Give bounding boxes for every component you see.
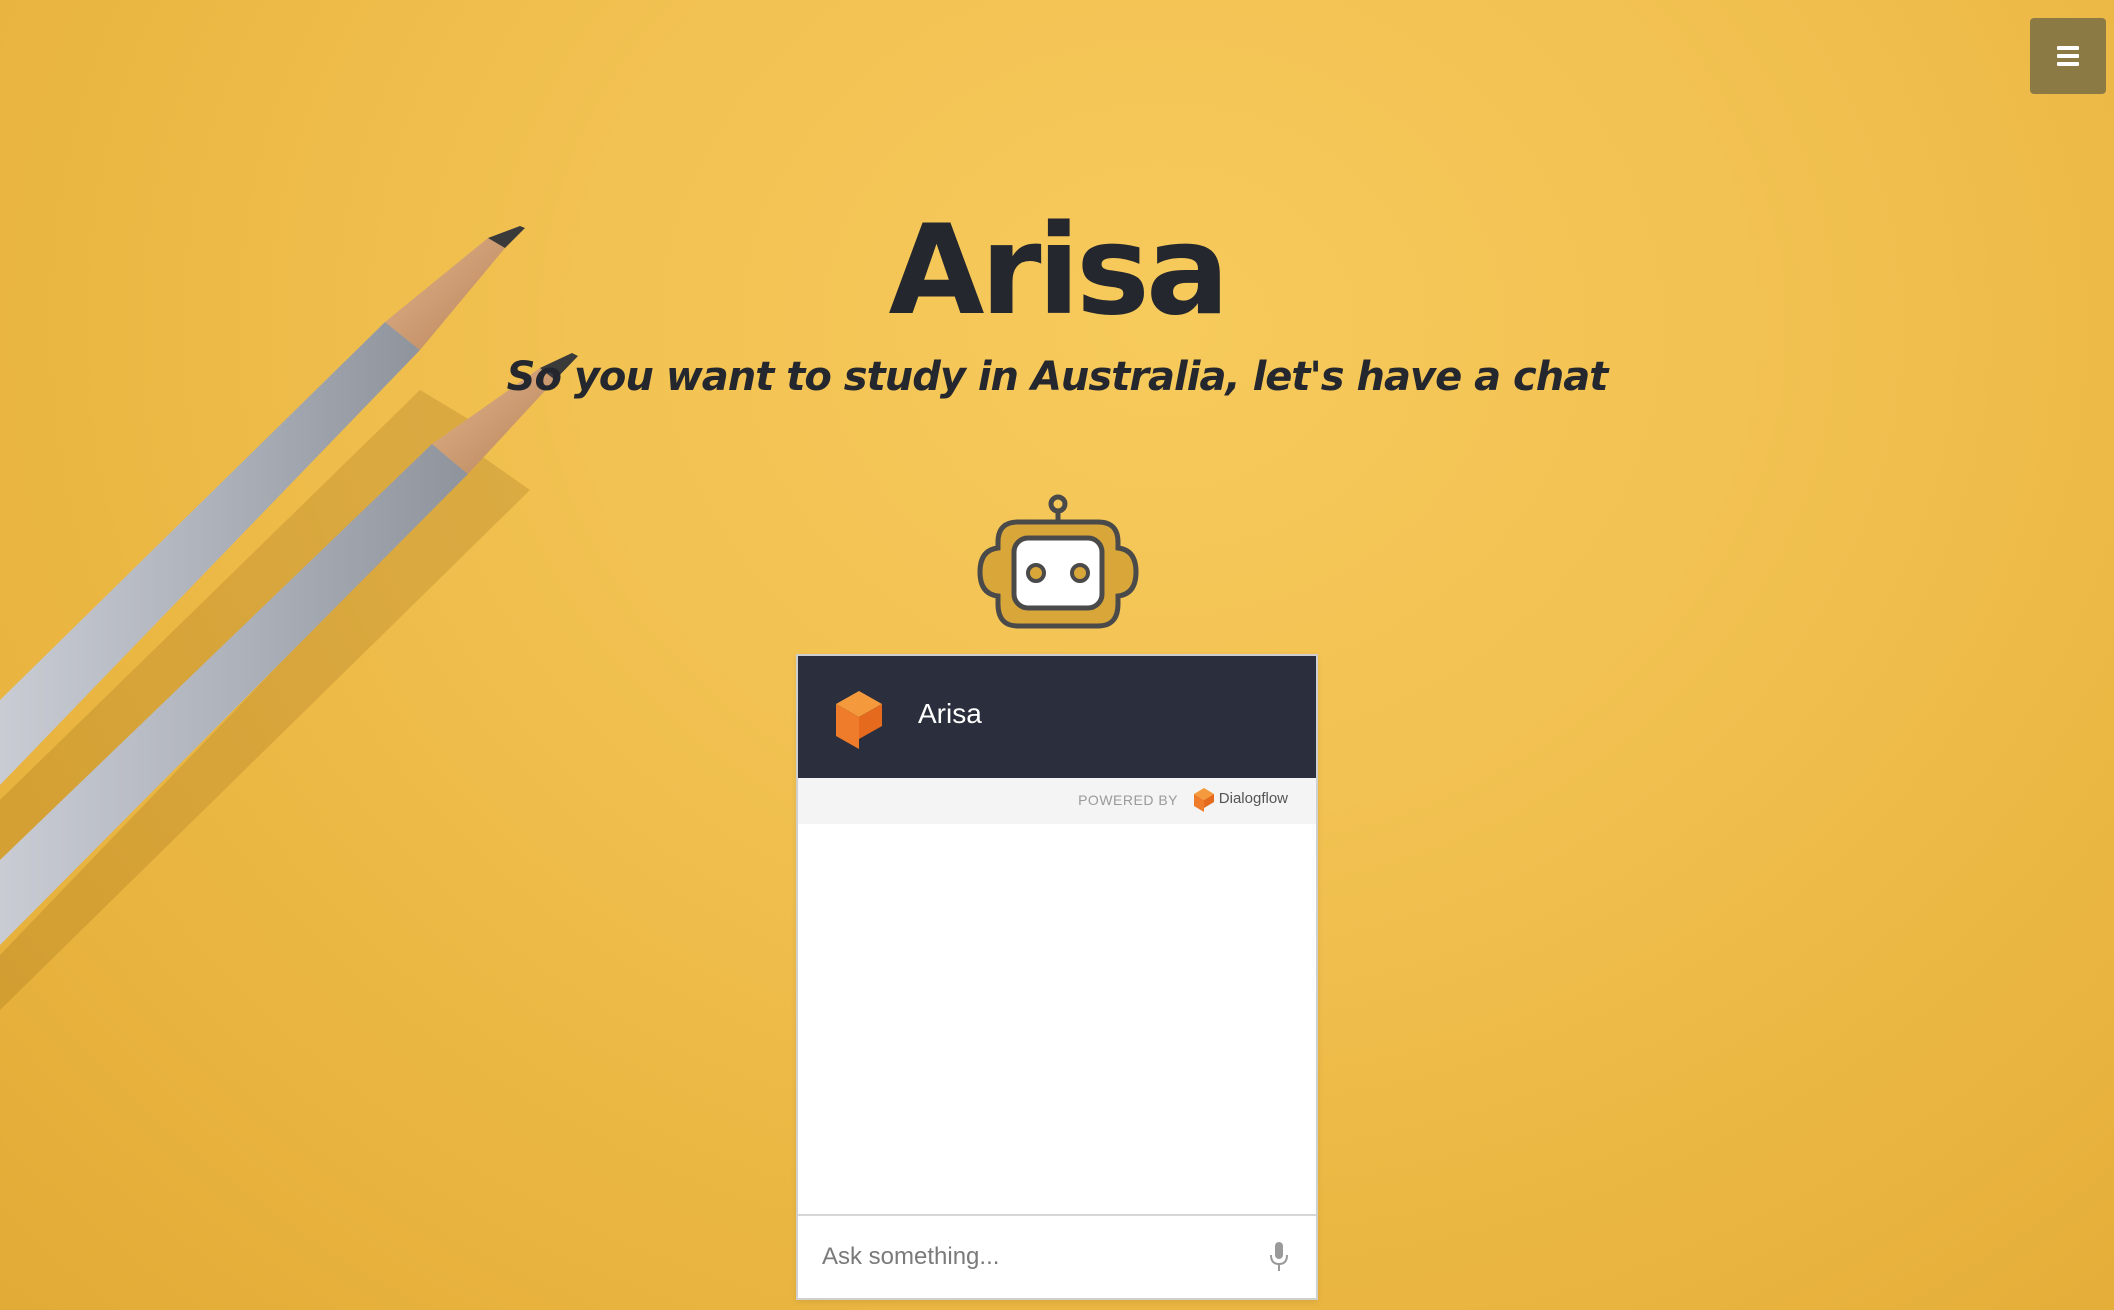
chat-messages-area	[798, 824, 1316, 1214]
powered-by-bar: POWERED BY Dialogflow	[798, 778, 1316, 824]
chat-input-bar	[798, 1214, 1316, 1298]
page-title: Arisa	[888, 199, 1229, 343]
page-subtitle: So you want to study in Australia, let's…	[506, 354, 1609, 400]
chat-widget: Arisa POWERED BY Dialogflow	[796, 654, 1318, 1300]
dialogflow-brand-link[interactable]: Dialogflow	[1219, 790, 1288, 807]
chat-message-input[interactable]	[820, 1234, 1224, 1280]
chat-header: Arisa	[798, 656, 1316, 778]
microphone-icon[interactable]	[1270, 1242, 1288, 1272]
chat-agent-name: Arisa	[918, 698, 982, 729]
dialogflow-cube-icon	[836, 691, 882, 749]
robot-icon	[977, 494, 1139, 629]
dialogflow-logo-icon	[1194, 788, 1214, 812]
hamburger-menu-icon	[2057, 42, 2079, 70]
menu-button[interactable]	[2030, 18, 2106, 94]
powered-by-label: POWERED BY	[1078, 792, 1178, 808]
